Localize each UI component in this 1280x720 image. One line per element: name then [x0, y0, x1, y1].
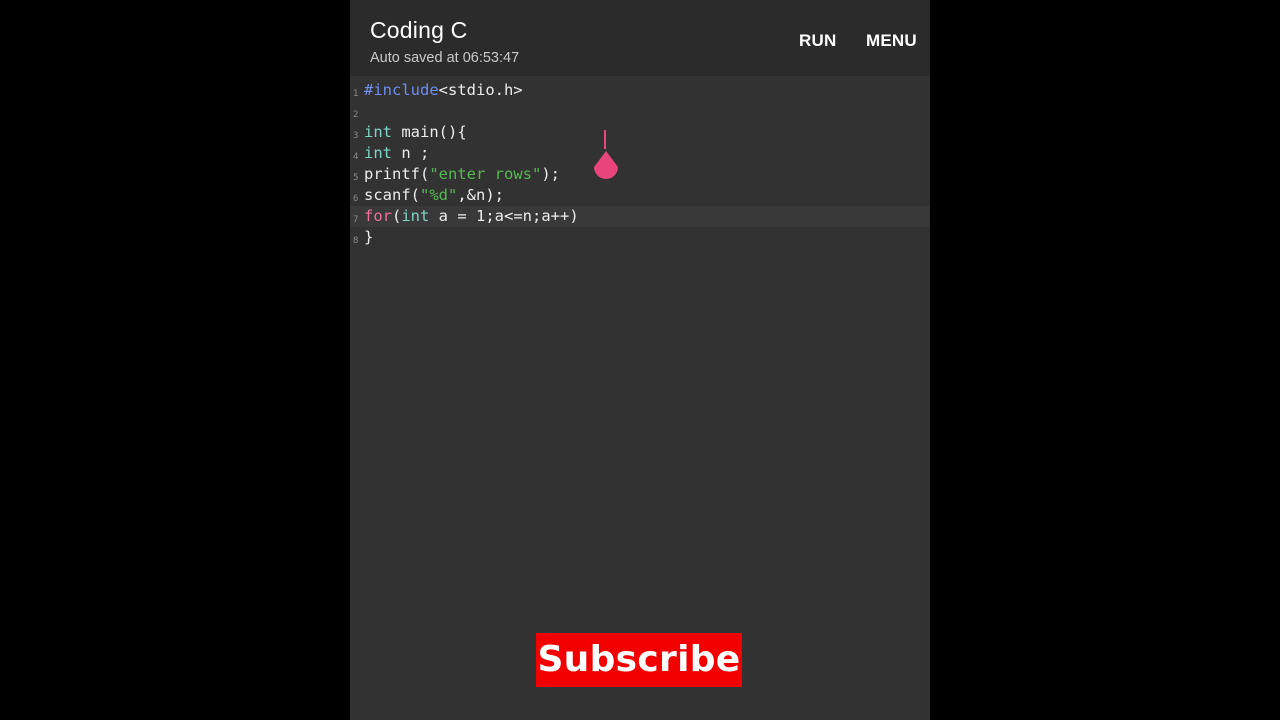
code-token: int: [401, 207, 430, 225]
line-number: 7: [353, 215, 359, 225]
code-token: (: [392, 207, 402, 225]
code-token: "%d": [420, 186, 458, 204]
line-number: 3: [353, 131, 359, 141]
run-button[interactable]: RUN: [799, 31, 836, 51]
code-line[interactable]: 8}: [350, 227, 930, 248]
code-text: int main(){: [364, 124, 467, 141]
line-number: 5: [353, 173, 359, 183]
code-token: scanf(: [364, 186, 420, 204]
phone-screen: Coding C Auto saved at 06:53:47 RUN MENU…: [350, 0, 930, 720]
code-token: ,&n);: [457, 186, 504, 204]
code-editor[interactable]: 1 #include<stdio.h> 2 3 int main(){ 4 int n ; 5…: [350, 76, 930, 720]
line-number: 4: [353, 152, 359, 162]
code-token: }: [364, 228, 374, 246]
code-token: <stdio.h>: [438, 81, 523, 99]
text-cursor: [604, 130, 606, 149]
code-line[interactable]: 4 int n ;: [350, 143, 930, 164]
teardrop-handle-icon[interactable]: [593, 151, 619, 181]
autosave-status: Auto saved at 06:53:47: [370, 50, 520, 66]
code-text: #include<stdio.h>: [364, 82, 523, 99]
code-token: int: [364, 123, 392, 141]
code-line[interactable]: 2: [350, 101, 930, 122]
code-line[interactable]: 7 for(int a = 1;a<=n;a++): [350, 206, 930, 227]
code-token: #include: [364, 81, 439, 99]
code-token: a = 1;a<=n;a++): [429, 207, 579, 225]
code-token: printf(: [364, 165, 430, 183]
code-line[interactable]: 6 scanf("%d",&n);: [350, 185, 930, 206]
code-token: n ;: [392, 144, 430, 162]
menu-button[interactable]: MENU: [866, 31, 917, 51]
code-text: for(int a = 1;a<=n;a++): [364, 208, 579, 225]
line-number: 2: [353, 110, 359, 120]
code-text: printf("enter rows");: [364, 166, 560, 183]
line-number: 8: [353, 236, 359, 246]
code-token: main(){: [392, 123, 467, 141]
code-text: }: [364, 229, 373, 246]
subscribe-button[interactable]: Subscribe: [536, 633, 742, 687]
code-line[interactable]: 3 int main(){: [350, 122, 930, 143]
line-number: 6: [353, 194, 359, 204]
code-line[interactable]: 5 printf("enter rows");: [350, 164, 930, 185]
app-title: Coding C: [370, 17, 468, 43]
code-token: );: [541, 165, 560, 183]
code-text: int n ;: [364, 145, 429, 162]
code-text: scanf("%d",&n);: [364, 187, 504, 204]
code-token: for: [364, 207, 392, 225]
code-line[interactable]: 1 #include<stdio.h>: [350, 80, 930, 101]
app-bar: Coding C Auto saved at 06:53:47 RUN MENU: [350, 0, 930, 76]
line-number: 1: [353, 89, 359, 99]
code-token: "enter rows": [429, 165, 542, 183]
code-token: int: [364, 144, 392, 162]
